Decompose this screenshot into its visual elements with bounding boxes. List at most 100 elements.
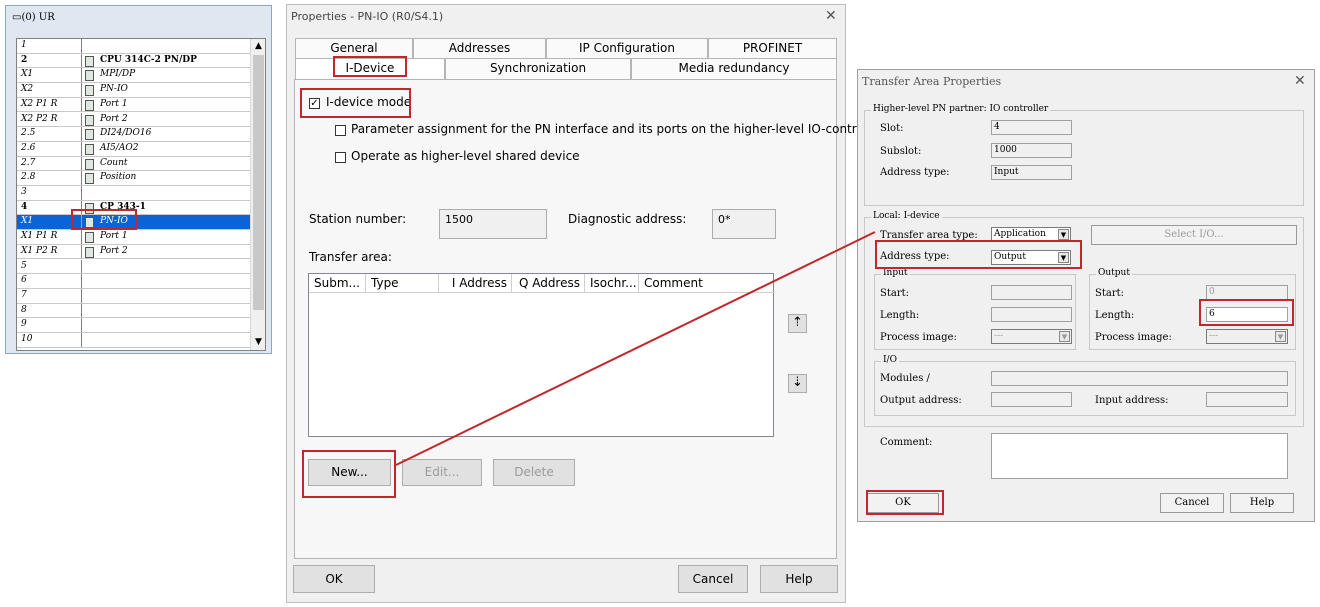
shared-device-label: Operate as higher-level shared device — [351, 149, 580, 163]
move-up-arrow-icon[interactable]: ⇡ — [788, 314, 807, 333]
rack-row[interactable]: 10 — [17, 333, 252, 348]
rack-row[interactable]: X1 P2 R Port 2 — [17, 244, 252, 260]
rack-module-cell — [81, 39, 252, 53]
chevron-down-icon: ▼ — [1058, 229, 1069, 240]
diagnostic-address-field[interactable]: 0* — [712, 209, 776, 239]
local-group-label: Local: I-device — [871, 211, 942, 221]
higher-address-type-field[interactable]: Input — [991, 165, 1072, 180]
input-process-image-select[interactable]: --- ▼ — [991, 329, 1072, 344]
rack-slot: 2.7 — [21, 157, 36, 168]
rack-slot: 5 — [21, 260, 27, 271]
rack-row[interactable]: 5 — [17, 259, 252, 275]
delete-button[interactable]: Delete — [493, 459, 575, 486]
hardware-rack-window: ▭(0) UR 10 9 8 7 6 5 X1 P2 R Port 2 X1 P1 R Port … — [5, 5, 272, 354]
module-icon — [85, 70, 94, 82]
ta-close-icon[interactable]: ✕ — [1294, 73, 1306, 89]
move-down-arrow-icon[interactable]: ⇣ — [788, 374, 807, 393]
rack-module: MPI/DP — [100, 69, 136, 80]
tab-profinet[interactable]: PROFINET — [708, 38, 837, 59]
rack-slot: X1 — [21, 69, 34, 80]
tab-synchronization[interactable]: Synchronization — [445, 58, 631, 79]
rack-title: ▭(0) UR — [12, 12, 55, 23]
highlight-ta-ok-button — [866, 490, 944, 515]
column-header-isochronous[interactable]: Isochr... — [585, 274, 639, 293]
tab-ip-configuration[interactable]: IP Configuration — [546, 38, 708, 59]
rack-module-cell: Port 2 — [81, 112, 252, 127]
chevron-down-icon: ▼ — [1275, 331, 1286, 342]
input-length-field[interactable] — [991, 307, 1072, 322]
rack-slot: 10 — [21, 334, 33, 344]
rack-row[interactable]: 2.5 DI24/DO16 — [17, 127, 252, 142]
rack-row[interactable]: 1 — [17, 39, 252, 54]
comment-field[interactable] — [991, 433, 1288, 479]
rack-module: Port 2 — [100, 245, 128, 256]
ta-cancel-button[interactable]: Cancel — [1160, 493, 1224, 513]
rack-row[interactable]: 2.8 Position — [17, 171, 252, 186]
higher-address-type-label: Address type: — [880, 167, 950, 178]
column-header-type[interactable]: Type — [366, 274, 439, 293]
ok-button[interactable]: OK — [293, 565, 375, 593]
rack-table[interactable]: 10 9 8 7 6 5 X1 P2 R Port 2 X1 P1 R Port 1 X1 PN-IO… — [16, 38, 266, 351]
help-button[interactable]: Help — [760, 565, 838, 593]
highlight-i-device-tab — [333, 56, 407, 77]
output-process-image-select[interactable]: --- ▼ — [1206, 329, 1288, 344]
output-address-field[interactable] — [991, 392, 1072, 407]
module-icon — [85, 55, 94, 67]
highlight-pn-io-row — [71, 209, 137, 230]
output-start-field[interactable]: 0 — [1206, 285, 1288, 300]
select-io-button[interactable]: Select I/O... — [1091, 225, 1297, 245]
input-start-field[interactable] — [991, 285, 1072, 300]
param-assign-checkbox[interactable] — [335, 125, 346, 136]
rack-slot: X2 P2 R — [21, 113, 58, 124]
column-header-i-address[interactable]: I Address — [439, 274, 512, 293]
scroll-up-icon[interactable]: ▲ — [251, 39, 265, 54]
rack-module-cell: MPI/DP — [81, 68, 252, 83]
tab-addresses[interactable]: Addresses — [413, 38, 546, 59]
highlight-output-length — [1199, 299, 1294, 326]
input-address-field[interactable] — [1206, 392, 1288, 407]
station-number-field[interactable]: 1500 — [439, 209, 547, 239]
shared-device-checkbox[interactable] — [335, 152, 346, 163]
tab-media-redundancy[interactable]: Media redundancy — [631, 58, 837, 79]
rack-scrollbar[interactable]: ▲ ▼ — [250, 39, 265, 350]
rack-module-cell: Count — [81, 156, 252, 171]
rack-module-cell — [81, 274, 252, 288]
rack-row[interactable]: 2.6 AI5/AO2 — [17, 141, 252, 157]
modules-field[interactable] — [991, 371, 1288, 386]
rack-row[interactable]: X2 P1 R Port 1 — [17, 97, 252, 113]
output-process-image-label: Process image: — [1095, 332, 1172, 343]
rack-row[interactable]: X2 P2 R Port 2 — [17, 112, 252, 128]
scroll-down-icon[interactable]: ▼ — [251, 335, 265, 350]
rack-row[interactable]: X1 MPI/DP — [17, 68, 252, 84]
scroll-thumb[interactable] — [253, 55, 264, 310]
comment-label: Comment: — [880, 437, 933, 448]
rack-row[interactable]: 8 — [17, 303, 252, 319]
rack-row[interactable]: X2 PN-IO — [17, 83, 252, 98]
rack-row[interactable]: 6 — [17, 274, 252, 289]
output-group-label: Output — [1096, 268, 1132, 278]
subslot-field[interactable]: 1000 — [991, 143, 1072, 158]
rack-slot: 2.5 — [21, 128, 36, 139]
rack-slot: 2.8 — [21, 172, 36, 183]
cancel-button[interactable]: Cancel — [678, 565, 748, 593]
rack-module-cell: Port 1 — [81, 97, 252, 112]
column-header-q-address[interactable]: Q Address — [512, 274, 585, 293]
input-process-image-value: --- — [994, 331, 1004, 341]
close-icon[interactable]: ✕ — [825, 8, 837, 24]
rack-row[interactable]: 2.7 Count — [17, 156, 252, 172]
rack-slot: X2 — [21, 84, 34, 95]
rack-module-cell: PN-IO — [81, 83, 252, 97]
edit-button[interactable]: Edit... — [402, 459, 482, 486]
rack-row[interactable]: 9 — [17, 318, 252, 333]
rack-row[interactable]: X1 P1 R Port 1 — [17, 230, 252, 245]
slot-field[interactable]: 4 — [991, 120, 1072, 135]
rack-slot: X1 P2 R — [21, 245, 58, 256]
column-header-submodule[interactable]: Subm... — [309, 274, 366, 293]
ta-help-button[interactable]: Help — [1230, 493, 1294, 513]
transfer-area-table[interactable]: Subm... Type I Address Q Address Isochr.… — [308, 273, 775, 437]
rack-row[interactable]: 3 — [17, 186, 252, 201]
rack-row[interactable]: 2 CPU 314C-2 PN/DP — [17, 53, 252, 69]
column-header-comment[interactable]: Comment — [639, 274, 775, 293]
rack-row[interactable]: 7 — [17, 288, 252, 304]
ta-dialog-title: Transfer Area Properties — [862, 75, 1002, 88]
